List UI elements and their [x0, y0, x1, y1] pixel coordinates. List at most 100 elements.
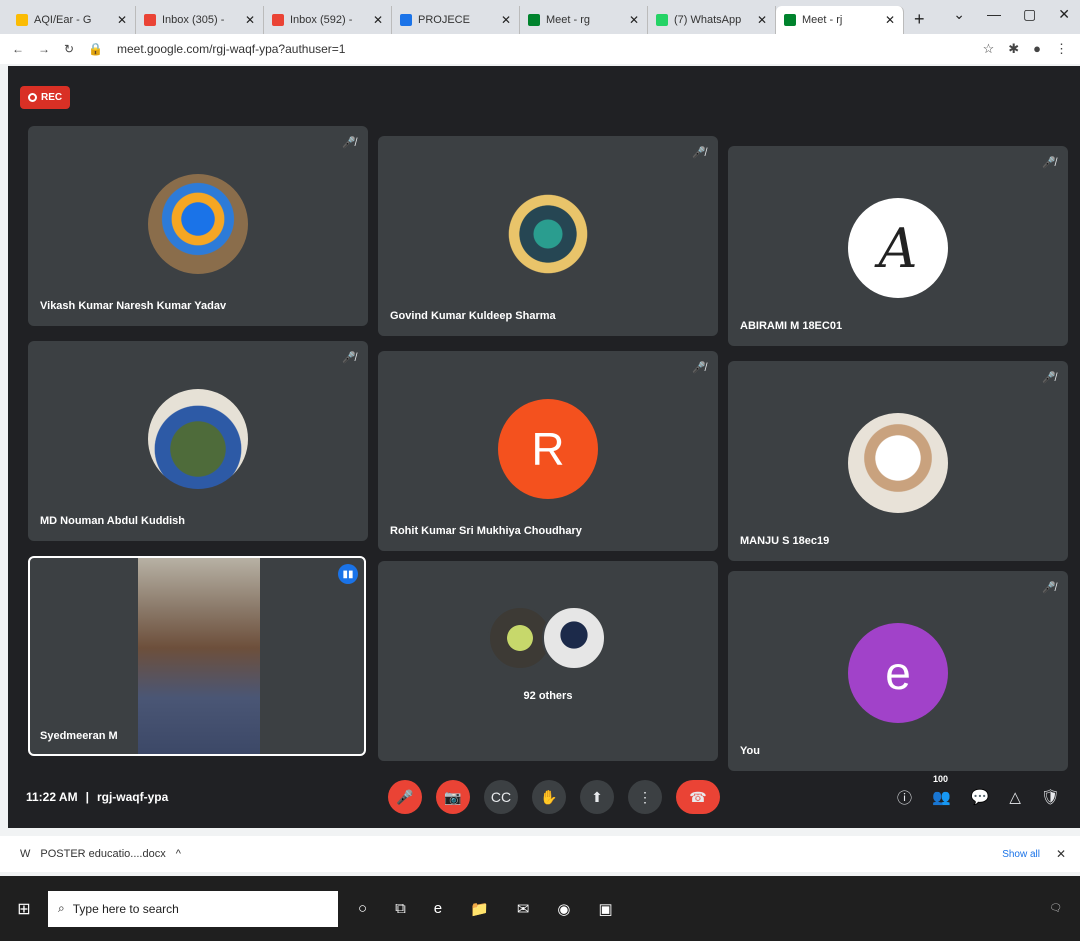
browser-tab-bar: AQI/Ear - G ✕ Inbox (305) - ✕ Inbox (592) …	[0, 0, 1080, 34]
extensions-icon[interactable]: ✱	[1008, 41, 1019, 57]
raise-hand-button[interactable]: ✋	[532, 780, 566, 814]
download-filename[interactable]: POSTER educatio....docx	[40, 848, 165, 860]
participant-name: MANJU S 18ec19	[740, 535, 830, 547]
show-all-link[interactable]: Show all	[1002, 849, 1040, 860]
avatar-initial: e	[885, 647, 911, 699]
gmail-icon	[272, 14, 284, 26]
participant-avatar: e	[848, 623, 948, 723]
tab-search-icon[interactable]: ⌄	[953, 6, 965, 23]
participant-name: MD Nouman Abdul Kuddish	[40, 515, 186, 527]
tab-title: PROJECE	[418, 14, 470, 26]
browser-tab-5[interactable]: Meet - rg ✕	[520, 6, 648, 34]
participant-tile[interactable]: 🎤̸ MANJU S 18ec19	[728, 361, 1068, 561]
forward-icon[interactable]: →	[38, 42, 50, 56]
extensions-area: ☆ ✱ ● ⋮	[983, 41, 1068, 57]
participant-name: Govind Kumar Kuldeep Sharma	[390, 310, 556, 322]
tab-close-icon[interactable]: ✕	[757, 13, 767, 27]
chevron-up-icon[interactable]: ^	[176, 848, 181, 860]
browser-tab-7[interactable]: Meet - rj ✕	[776, 6, 904, 34]
speaking-indicator-icon: ▮▮	[338, 564, 358, 584]
meeting-code: rgj-waqf-ypa	[96, 790, 169, 804]
participant-tile[interactable]: 🎤̸ Govind Kumar Kuldeep Sharma	[378, 136, 718, 336]
tab-favicon	[400, 14, 412, 26]
windows-taskbar: ⊞ ⌕ Type here to search ○ ⧉ e 📁 ✉ ◉ ▣ 🗨	[0, 876, 1080, 941]
browser-tab-3[interactable]: Inbox (592) - ✕	[264, 6, 392, 34]
tab-title: Inbox (305) -	[162, 14, 225, 26]
chat-icon[interactable]: 💬	[971, 788, 990, 806]
system-tray: 🗨	[1049, 903, 1062, 914]
search-placeholder: Type here to search	[72, 901, 179, 916]
mic-muted-icon: 🎤̸	[692, 147, 706, 159]
tab-close-icon[interactable]: ✕	[117, 13, 127, 27]
captions-button[interactable]: CC	[484, 780, 518, 814]
windows-start-icon[interactable]: ⊞	[0, 889, 48, 929]
bookmark-star-icon[interactable]: ☆	[983, 41, 995, 57]
camera-toggle-button[interactable]: 📷	[436, 780, 470, 814]
cortana-icon[interactable]: ○	[358, 900, 367, 918]
active-speaker-tile[interactable]: ▮▮ Syedmeeran M	[28, 556, 366, 756]
menu-icon[interactable]: ⋮	[1055, 41, 1068, 57]
notifications-icon[interactable]: 🗨	[1049, 903, 1062, 914]
call-controls: 🎤 📷 CC ✋ ⬆ ⋮ ☎	[388, 780, 720, 814]
photos-icon[interactable]: ▣	[598, 900, 612, 918]
mail-icon[interactable]: ✉	[517, 900, 530, 918]
file-explorer-icon[interactable]: 📁	[470, 900, 489, 918]
downloads-bar: W POSTER educatio....docx ^ Show all ✕	[0, 836, 1080, 872]
tab-close-icon[interactable]: ✕	[501, 13, 511, 27]
side-panel-icons: ⓘ 👥 💬 △ 🛡	[897, 787, 1060, 808]
browser-tab-6[interactable]: (7) WhatsApp ✕	[648, 6, 776, 34]
mic-muted-icon: 🎤̸	[342, 137, 356, 149]
back-icon[interactable]: ←	[12, 42, 24, 56]
participant-tile[interactable]: 🎤̸ Vikash Kumar Naresh Kumar Yadav	[28, 126, 368, 326]
meet-icon	[784, 14, 796, 26]
close-window-icon[interactable]: ✕	[1058, 6, 1070, 23]
meet-icon	[528, 14, 540, 26]
avatar-initial: R	[531, 423, 565, 475]
participant-name: Rohit Kumar Sri Mukhiya Choudhary	[390, 525, 582, 537]
meeting-control-bar: 11:22 AM | rgj-waqf-ypa 🎤 📷 CC ✋ ⬆ ⋮ ☎ 1…	[8, 766, 1080, 828]
new-tab-button[interactable]: +	[904, 9, 935, 34]
tab-title: AQI/Ear - G	[34, 14, 92, 26]
participant-name: Vikash Kumar Naresh Kumar Yadav	[40, 300, 227, 312]
leave-call-button[interactable]: ☎	[676, 780, 720, 814]
more-options-button[interactable]: ⋮	[628, 780, 662, 814]
profile-avatar[interactable]: ●	[1033, 41, 1041, 57]
edge-icon[interactable]: e	[434, 900, 442, 918]
url-field[interactable]: meet.google.com/rgj-waqf-ypa?authuser=1	[117, 42, 969, 56]
people-icon[interactable]: 👥	[932, 788, 951, 806]
whatsapp-icon	[656, 14, 668, 26]
tab-close-icon[interactable]: ✕	[885, 13, 895, 27]
recording-label: REC	[41, 92, 63, 103]
word-doc-icon: W	[20, 848, 31, 860]
close-downloads-icon[interactable]: ✕	[1056, 847, 1066, 861]
host-controls-icon[interactable]: 🛡	[1041, 788, 1060, 806]
task-view-icon[interactable]: ⧉	[395, 900, 406, 918]
maximize-icon[interactable]: ▢	[1023, 6, 1036, 23]
browser-tab-2[interactable]: Inbox (305) - ✕	[136, 6, 264, 34]
participant-tile-self[interactable]: 🎤̸ e You	[728, 571, 1068, 771]
meeting-info-icon[interactable]: ⓘ	[897, 787, 912, 808]
participant-tile[interactable]: 🎤̸ R Rohit Kumar Sri Mukhiya Choudhary	[378, 351, 718, 551]
mic-muted-icon: 🎤̸	[692, 362, 706, 374]
recording-badge: REC	[20, 86, 71, 109]
present-screen-button[interactable]: ⬆	[580, 780, 614, 814]
browser-tab-4[interactable]: PROJECE ✕	[392, 6, 520, 34]
taskbar-search[interactable]: ⌕ Type here to search	[48, 890, 338, 927]
others-count-label: 92 others	[523, 690, 573, 702]
chrome-icon[interactable]: ◉	[557, 900, 570, 918]
address-bar: ← → ↻ 🔒 meet.google.com/rgj-waqf-ypa?aut…	[0, 34, 1080, 64]
activities-icon[interactable]: △	[1009, 788, 1021, 806]
tab-close-icon[interactable]: ✕	[245, 13, 255, 27]
participant-avatar: A	[848, 198, 948, 298]
participant-tile[interactable]: 🎤̸ A ABIRAMI M 18EC01	[728, 146, 1068, 346]
tab-title: (7) WhatsApp	[674, 14, 742, 26]
browser-tab-1[interactable]: AQI/Ear - G ✕	[8, 6, 136, 34]
minimize-icon[interactable]: —	[987, 6, 1001, 23]
mic-toggle-button[interactable]: 🎤	[388, 780, 422, 814]
reload-icon[interactable]: ↻	[64, 42, 74, 56]
window-controls: ⌄ — ▢ ✕	[953, 6, 1070, 23]
taskbar-apps: ○ ⧉ e 📁 ✉ ◉ ▣	[358, 900, 613, 918]
tab-close-icon[interactable]: ✕	[629, 13, 639, 27]
participant-tile[interactable]: 🎤̸ MD Nouman Abdul Kuddish	[28, 341, 368, 541]
tab-close-icon[interactable]: ✕	[373, 13, 383, 27]
